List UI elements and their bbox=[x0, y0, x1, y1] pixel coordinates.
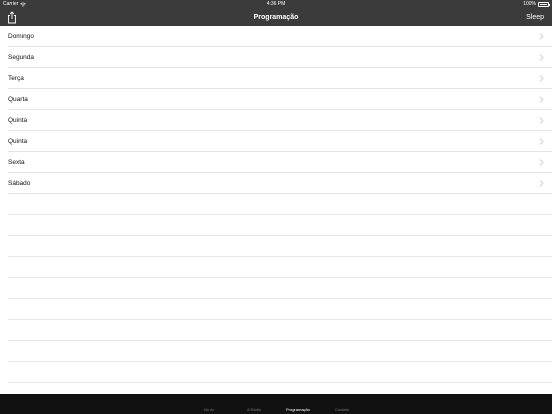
row-label: Sábado bbox=[8, 180, 31, 187]
battery-percent: 100% bbox=[523, 1, 536, 7]
empty-row bbox=[8, 215, 552, 236]
schedule-row-segunda[interactable]: Segunda bbox=[8, 47, 552, 68]
schedule-row-sexta[interactable]: Sexta bbox=[8, 152, 552, 173]
row-label: Terça bbox=[8, 75, 24, 82]
row-label: Domingo bbox=[8, 33, 35, 40]
empty-row bbox=[8, 194, 552, 215]
schedule-row-quinta[interactable]: Quinta bbox=[8, 110, 552, 131]
empty-row bbox=[8, 320, 552, 341]
battery-icon bbox=[538, 2, 550, 7]
status-time: 4:36 PM bbox=[266, 1, 286, 7]
schedule-row-terca[interactable]: Terça bbox=[8, 68, 552, 89]
schedule-row-domingo[interactable]: Domingo bbox=[8, 26, 552, 47]
sleep-button[interactable]: Sleep bbox=[526, 9, 544, 26]
tab-contato[interactable]: Contato bbox=[324, 407, 360, 412]
chevron-right-icon bbox=[539, 75, 544, 82]
tab-bar: No Ar A Rádio Programação Contato bbox=[0, 394, 552, 414]
chevron-right-icon bbox=[539, 180, 544, 187]
status-right: 100% bbox=[523, 0, 550, 9]
chevron-right-icon bbox=[539, 117, 544, 124]
schedule-row-quinta-2[interactable]: Quinta bbox=[8, 131, 552, 152]
empty-row bbox=[8, 362, 552, 383]
chevron-right-icon bbox=[539, 96, 544, 103]
schedule-row-sabado[interactable]: Sábado bbox=[8, 173, 552, 194]
empty-row bbox=[8, 278, 552, 299]
row-label: Sexta bbox=[8, 159, 25, 166]
chevron-right-icon bbox=[539, 33, 544, 40]
row-label: Segunda bbox=[8, 54, 35, 61]
empty-row bbox=[8, 341, 552, 362]
empty-row bbox=[8, 299, 552, 320]
navigation-bar: Programação Sleep bbox=[0, 9, 552, 26]
chevron-right-icon bbox=[539, 159, 544, 166]
chevron-right-icon bbox=[539, 138, 544, 145]
empty-row bbox=[8, 236, 552, 257]
tab-programacao[interactable]: Programação bbox=[280, 407, 316, 412]
chevron-right-icon bbox=[539, 54, 544, 61]
tab-no-ar[interactable]: No Ar bbox=[191, 407, 227, 412]
row-label: Quinta bbox=[8, 138, 28, 145]
tab-a-radio[interactable]: A Rádio bbox=[236, 407, 272, 412]
battery-fill bbox=[539, 3, 548, 6]
schedule-list: Domingo Segunda Terça Quarta Quinta Quin… bbox=[0, 26, 552, 394]
row-label: Quarta bbox=[8, 96, 28, 103]
page-title: Programação bbox=[253, 14, 299, 21]
schedule-row-quarta[interactable]: Quarta bbox=[8, 89, 552, 110]
status-bar: Carrier 4:36 PM 100% bbox=[0, 0, 552, 9]
empty-row bbox=[8, 257, 552, 278]
row-label: Quinta bbox=[8, 117, 28, 124]
